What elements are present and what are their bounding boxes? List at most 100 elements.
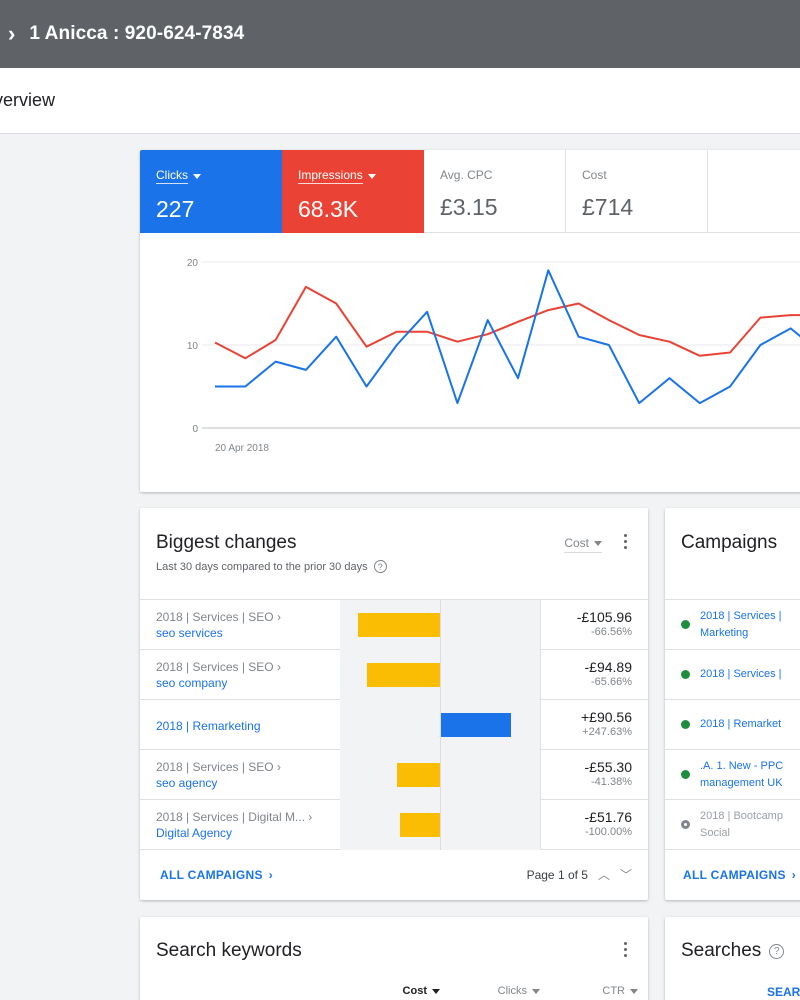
change-bar-track (340, 800, 540, 850)
metric-label: Cost (582, 168, 607, 182)
pagination: Page 1 of 5 ︿ ﹀ (527, 866, 632, 883)
metric-tile-cost[interactable]: Cost £714 (566, 150, 708, 233)
change-row[interactable]: 2018 | Services | Digital M... › Digital … (140, 800, 648, 850)
column-header-ctr[interactable]: CTR (602, 985, 638, 997)
card-title: Campaigns (681, 532, 778, 553)
change-value: -£105.96 (576, 609, 632, 625)
change-bar-track (340, 600, 540, 650)
metric-tile-clicks[interactable]: Clicks 227 (140, 150, 282, 233)
change-amount: -£105.96 -66.56% (540, 600, 648, 650)
biggest-changes-card: Biggest changes Last 30 days compared to… (140, 508, 648, 900)
entity-link[interactable]: Digital Agency (156, 826, 340, 840)
entity-link[interactable]: seo agency (156, 776, 340, 790)
metric-value: £714 (582, 194, 634, 220)
change-amount: -£51.76 -100.00% (540, 800, 648, 850)
searches-card: Searches ? SEAR (665, 917, 800, 1000)
all-campaigns-link[interactable]: ALL CAMPAIGNS › (683, 868, 796, 882)
metric-tile-impressions[interactable]: Impressions 68.3K (282, 150, 424, 233)
metric-dropdown[interactable]: Cost (564, 536, 602, 553)
campaign-name[interactable]: .A. 1. New - PPC management UK (700, 758, 783, 791)
campaign-row[interactable]: 2018 | Services | (665, 650, 800, 700)
change-bar (399, 813, 440, 837)
chevron-right-icon[interactable]: › (8, 21, 15, 47)
campaign-name[interactable]: 2018 | Remarket (700, 716, 781, 733)
y-tick-label: 0 (192, 424, 198, 435)
sort-arrow-icon (432, 988, 440, 994)
change-value: -£51.76 (584, 809, 632, 825)
metric-tile-avg-cpc[interactable]: Avg. CPC £3.15 (424, 150, 566, 233)
change-bar (441, 713, 512, 737)
campaign-row[interactable]: .A. 1. New - PPC management UK (665, 750, 800, 800)
paused-status-icon (681, 820, 690, 829)
metric-label: Clicks (156, 168, 188, 184)
more-vert-icon[interactable] (616, 534, 634, 549)
help-icon[interactable]: ? (373, 560, 387, 573)
change-bar-track (340, 650, 540, 700)
page-title: verview (0, 90, 56, 110)
card-title: Searches (681, 940, 762, 961)
campaign-row[interactable]: 2018 | Services | Marketing (665, 600, 800, 650)
card-subtitle: Last 30 days compared to the prior 30 da… (156, 560, 368, 573)
change-row[interactable]: 2018 | Remarketing +£90.56 +247.63% (140, 700, 648, 750)
campaign-row[interactable]: 2018 | Bootcamp Social (665, 800, 800, 850)
chevron-right-icon: › (268, 868, 274, 882)
campaign-row[interactable]: 2018 | Remarket (665, 700, 800, 750)
change-row-name: 2018 | Services | SEO › seo services (140, 600, 340, 649)
x-tick-label: 20 Apr 2018 (215, 443, 269, 454)
entity-link[interactable]: seo company (156, 676, 340, 690)
change-percent: -41.38% (591, 776, 632, 788)
dropdown-arrow-icon (367, 173, 376, 179)
sort-arrow-icon (532, 988, 540, 994)
change-bar (397, 763, 440, 787)
account-name[interactable]: 1 Anicca : 920-624-7834 (29, 23, 244, 45)
performance-line-chart: 0 10 20 20 Apr 2018 (187, 258, 800, 454)
card-header: Searches ? (665, 917, 800, 962)
card-title: Biggest changes (156, 532, 297, 553)
change-value: -£55.30 (584, 759, 632, 775)
campaign-path: 2018 | Services | SEO › (156, 660, 281, 674)
enabled-status-icon (681, 670, 690, 679)
metric-label: Avg. CPC (440, 168, 493, 182)
campaign-path: 2018 | Services | SEO › (156, 610, 281, 624)
change-row-name: 2018 | Services | SEO › seo company (140, 650, 340, 699)
column-header-cost[interactable]: Cost (403, 985, 440, 997)
searches-link[interactable]: SEAR (767, 985, 800, 999)
change-row[interactable]: 2018 | Services | SEO › seo company -£94.8… (140, 650, 648, 700)
account-bar: › 1 Anicca : 920-624-7834 (0, 0, 800, 68)
change-row[interactable]: 2018 | Services | SEO › seo services -£105… (140, 600, 648, 650)
card-header: Campaigns (665, 508, 800, 600)
change-value: -£94.89 (584, 659, 632, 675)
campaign-name[interactable]: 2018 | Services | (700, 666, 782, 683)
card-header: Biggest changes Last 30 days compared to… (140, 508, 648, 600)
card-footer: ALL CAMPAIGNS › Page 1 of 5 ︿ ﹀ (140, 850, 648, 900)
sort-arrow-icon (630, 988, 638, 994)
card-title: Search keywords (156, 940, 302, 961)
dropdown-arrow-icon (594, 540, 602, 546)
metric-value: £3.15 (440, 194, 498, 220)
change-percent: -65.66% (591, 676, 632, 688)
enabled-status-icon (681, 770, 690, 779)
metric-tiles: Clicks 227 Impressions 68.3K Avg. CPC £3… (140, 150, 800, 233)
change-amount: -£55.30 -41.38% (540, 750, 648, 800)
campaign-name[interactable]: 2018 | Bootcamp Social (700, 808, 783, 841)
help-icon[interactable]: ? (769, 943, 785, 959)
change-bar (358, 613, 440, 637)
campaign-name[interactable]: 2018 | Services | Marketing (700, 608, 782, 641)
entity-link[interactable]: seo services (156, 626, 340, 640)
column-header-clicks[interactable]: Clicks (498, 985, 540, 997)
change-row-name: 2018 | Services | Digital M... › Digital … (140, 800, 340, 849)
more-vert-icon[interactable] (616, 942, 634, 957)
chevron-up-icon[interactable]: ︿ (598, 866, 610, 883)
all-campaigns-link[interactable]: ALL CAMPAIGNS › (160, 868, 273, 882)
series-line-clicks (215, 269, 800, 405)
chevron-down-icon[interactable]: ﹀ (620, 866, 632, 883)
performance-card: Clicks 227 Impressions 68.3K Avg. CPC £3… (140, 150, 800, 492)
card-header: Search keywords (140, 917, 648, 962)
entity-link[interactable]: 2018 | Remarketing (156, 719, 340, 733)
metric-value: 227 (156, 196, 195, 222)
change-bar-track (340, 700, 540, 750)
y-tick-label: 20 (187, 258, 199, 269)
change-row[interactable]: 2018 | Services | SEO › seo agency -£55.30… (140, 750, 648, 800)
change-percent: +247.63% (582, 726, 632, 738)
series-line-impressions (214, 285, 800, 360)
